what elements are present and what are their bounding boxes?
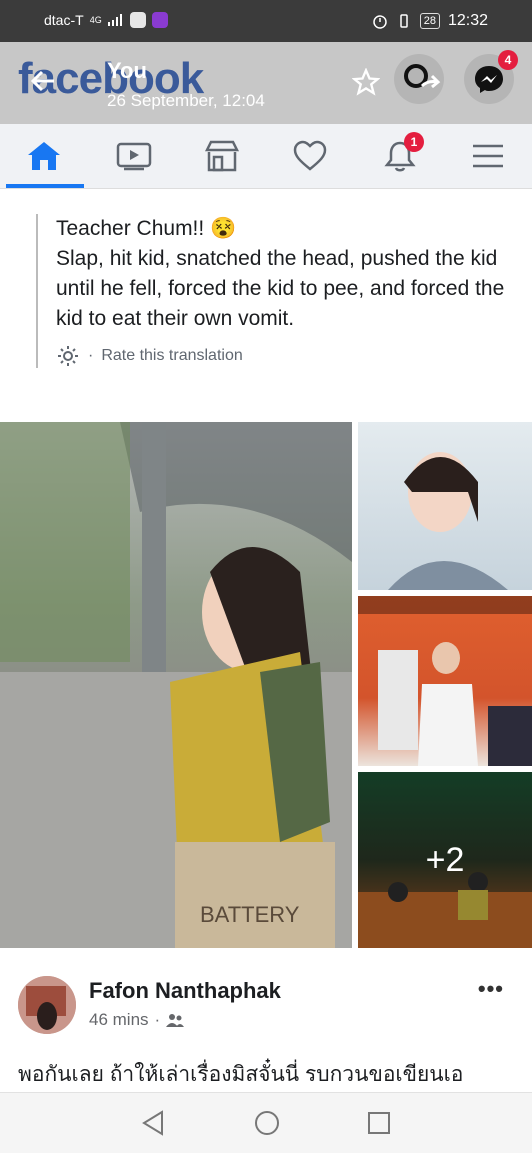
post-photo-grid: BATTERY +2 <box>0 422 532 948</box>
avatar[interactable] <box>18 976 76 1034</box>
home-icon <box>28 142 60 170</box>
video-icon <box>116 142 152 171</box>
photo-portrait[interactable] <box>358 422 532 590</box>
signal-icon <box>107 14 122 26</box>
post-translated-text: Teacher Chum!! 😵 Slap, hit kid, snatched… <box>36 214 526 368</box>
rate-translation[interactable]: · Rate this translation <box>56 344 526 368</box>
more-photos-overlay[interactable]: +2 <box>358 772 532 948</box>
page-title: You <box>107 58 147 83</box>
notification-app-icon <box>151 12 168 28</box>
status-bar: dtac-T 4G 28 12:32 <box>0 0 532 42</box>
top-bar: facebook You 26 September, 12:04 4 <box>0 42 532 124</box>
comment-text: พอกันเลย ถ้าให้เล่าเรื่องมิสจั๋นนี่ รบกว… <box>18 1063 464 1086</box>
search-button[interactable] <box>394 54 444 104</box>
tab-watch[interactable] <box>96 124 172 188</box>
carrier-label: dtac-T <box>44 12 84 28</box>
notifications-badge: 1 <box>404 132 424 152</box>
nav-home-icon[interactable] <box>253 1109 281 1137</box>
tab-bar: 1 <box>0 124 532 189</box>
post-datetime: 26 September, 12:04 <box>107 91 265 110</box>
back-arrow-icon[interactable] <box>28 66 58 96</box>
friends-audience-icon <box>166 1014 185 1027</box>
svg-text:BATTERY: BATTERY <box>200 902 300 927</box>
tab-menu[interactable] <box>450 124 526 188</box>
tab-home[interactable] <box>6 124 82 188</box>
tab-notifications[interactable]: 1 <box>362 124 438 188</box>
alarm-icon <box>372 15 387 29</box>
search-icon <box>404 64 441 89</box>
photo-classroom[interactable]: +2 <box>358 772 532 948</box>
messenger-badge: 4 <box>498 50 518 70</box>
system-navigation-bar <box>0 1092 532 1153</box>
comment-author[interactable]: Fafon Nanthaphak <box>89 978 281 1004</box>
post-text-headline: Teacher Chum!! 😵 <box>56 217 237 240</box>
tab-dating[interactable] <box>272 124 348 188</box>
menu-icon <box>473 144 503 168</box>
network-label: 4G <box>89 15 102 25</box>
rate-translation-label: Rate this translation <box>101 347 243 364</box>
status-right: 28 12:32 <box>372 12 488 30</box>
line-app-icon <box>129 12 146 28</box>
comment-time: 46 mins <box>89 1010 149 1029</box>
active-tab-indicator <box>6 184 84 188</box>
photo-video-screenshot[interactable] <box>358 596 532 766</box>
separator-dot: · <box>88 347 94 364</box>
avatar-image <box>18 976 76 1034</box>
photo-main[interactable]: BATTERY <box>0 422 352 948</box>
photo-main-image: BATTERY <box>0 422 352 948</box>
status-left: dtac-T 4G <box>44 12 168 28</box>
nav-back-icon[interactable] <box>140 1109 166 1137</box>
comment-item: Fafon Nanthaphak 46 mins · ••• พอกันเลย … <box>0 958 532 1098</box>
dating-heart-icon <box>293 140 327 171</box>
nav-recents-icon[interactable] <box>366 1109 392 1137</box>
more-options-icon[interactable]: ••• <box>478 976 504 1002</box>
clock: 12:32 <box>447 12 488 29</box>
photo-portrait-image <box>388 452 508 590</box>
marketplace-icon <box>204 140 240 172</box>
battery-level: 28 <box>419 13 440 29</box>
separator-dot: · <box>154 1010 161 1029</box>
star-icon[interactable] <box>352 68 380 96</box>
tab-marketplace[interactable] <box>184 124 260 188</box>
photo-video-image <box>358 596 532 766</box>
messenger-button[interactable]: 4 <box>464 50 518 104</box>
comment-meta: 46 mins · <box>89 1010 185 1030</box>
post-text-body: Slap, hit kid, snatched the head, pushed… <box>56 247 505 330</box>
vibrate-icon <box>399 14 408 28</box>
gear-icon <box>58 346 78 366</box>
